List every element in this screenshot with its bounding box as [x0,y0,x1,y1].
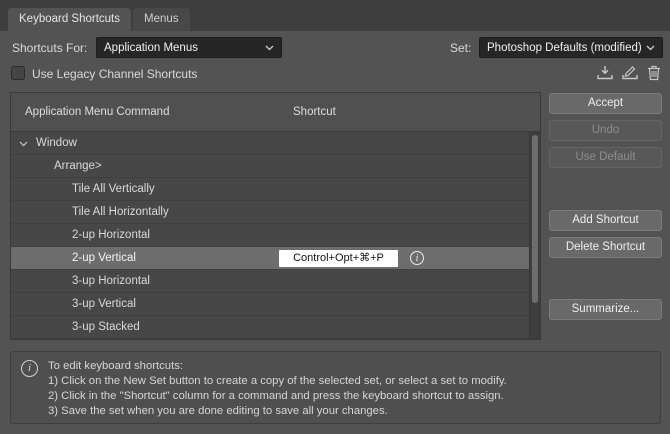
help-step-1: 1) Click on the New Set button to create… [48,374,507,389]
delete-shortcut-button[interactable]: Delete Shortcut [549,237,662,258]
keyboard-shortcuts-dialog: Keyboard Shortcuts Menus Shortcuts For: … [0,0,670,434]
info-icon: i [21,360,38,377]
help-title: To edit keyboard shortcuts: [48,359,507,374]
table-row-tile-all-vertically[interactable]: Tile All Vertically [11,178,529,201]
help-step-2: 2) Click in the "Shortcut" column for a … [48,389,507,404]
row-label: 3-up Stacked [72,321,140,333]
info-icon: i [410,251,424,265]
legacy-shortcuts-label: Use Legacy Channel Shortcuts [32,67,197,81]
set-label: Set: [450,41,471,55]
help-panel: i To edit keyboard shortcuts: 1) Click o… [10,351,661,424]
undo-button: Undo [549,120,662,141]
shortcuts-table: Application Menu Command Shortcut Window… [10,92,541,340]
tab-bar: Keyboard Shortcuts Menus [0,0,670,31]
scrollbar-thumb[interactable] [532,135,538,303]
shortcut-list: Window Arrange> Tile All Vertically Tile… [11,132,529,339]
summarize-button[interactable]: Summarize... [549,299,662,320]
use-default-button: Use Default [549,147,662,168]
row-label: Tile All Horizontally [72,206,169,218]
legacy-shortcuts-checkbox[interactable] [11,66,25,80]
table-header: Application Menu Command Shortcut [11,93,540,132]
table-row-tile-all-horizontally[interactable]: Tile All Horizontally [11,201,529,224]
new-set-icon[interactable] [620,64,640,82]
delete-set-icon[interactable] [644,64,664,82]
help-step-3: 3) Save the set when you are done editin… [48,404,507,419]
help-text: To edit keyboard shortcuts: 1) Click on … [48,359,507,416]
table-row-2up-vertical[interactable]: 2-up Vertical Control+Opt+⌘+P i [11,247,529,270]
row-label: Window [36,137,77,149]
row-label: Tile All Vertically [72,183,155,195]
row-label: 3-up Vertical [72,298,136,310]
tab-menus[interactable]: Menus [133,8,190,31]
table-row-3up-stacked[interactable]: 3-up Stacked [11,316,529,339]
table-row-2up-horizontal[interactable]: 2-up Horizontal [11,224,529,247]
chevron-down-icon [646,42,655,54]
table-row-arrange[interactable]: Arrange> [11,155,529,178]
row-label: 2-up Horizontal [72,229,150,241]
table-row-window[interactable]: Window [11,132,529,155]
chevron-down-icon [265,42,274,54]
set-select[interactable]: Photoshop Defaults (modified) [479,37,663,58]
accept-button[interactable]: Accept [549,93,662,114]
shortcut-input[interactable]: Control+Opt+⌘+P [279,250,398,267]
save-set-icon[interactable] [595,64,615,82]
tab-keyboard-shortcuts[interactable]: Keyboard Shortcuts [8,8,131,31]
shortcuts-for-select[interactable]: Application Menus [96,37,282,58]
add-shortcut-button[interactable]: Add Shortcut [549,210,662,231]
column-header-command: Application Menu Command [25,106,169,118]
shortcuts-for-value: Application Menus [104,42,198,54]
column-header-shortcut: Shortcut [293,106,336,118]
set-value: Photoshop Defaults (modified) [487,42,642,54]
table-row-3up-vertical[interactable]: 3-up Vertical [11,293,529,316]
row-label: 2-up Vertical [72,252,136,264]
shortcuts-for-label: Shortcuts For: [12,41,87,55]
row-label: Arrange> [54,160,102,172]
chevron-down-icon[interactable] [19,132,28,155]
table-row-3up-horizontal[interactable]: 3-up Horizontal [11,270,529,293]
row-label: 3-up Horizontal [72,275,150,287]
table-scrollbar[interactable] [529,132,540,339]
